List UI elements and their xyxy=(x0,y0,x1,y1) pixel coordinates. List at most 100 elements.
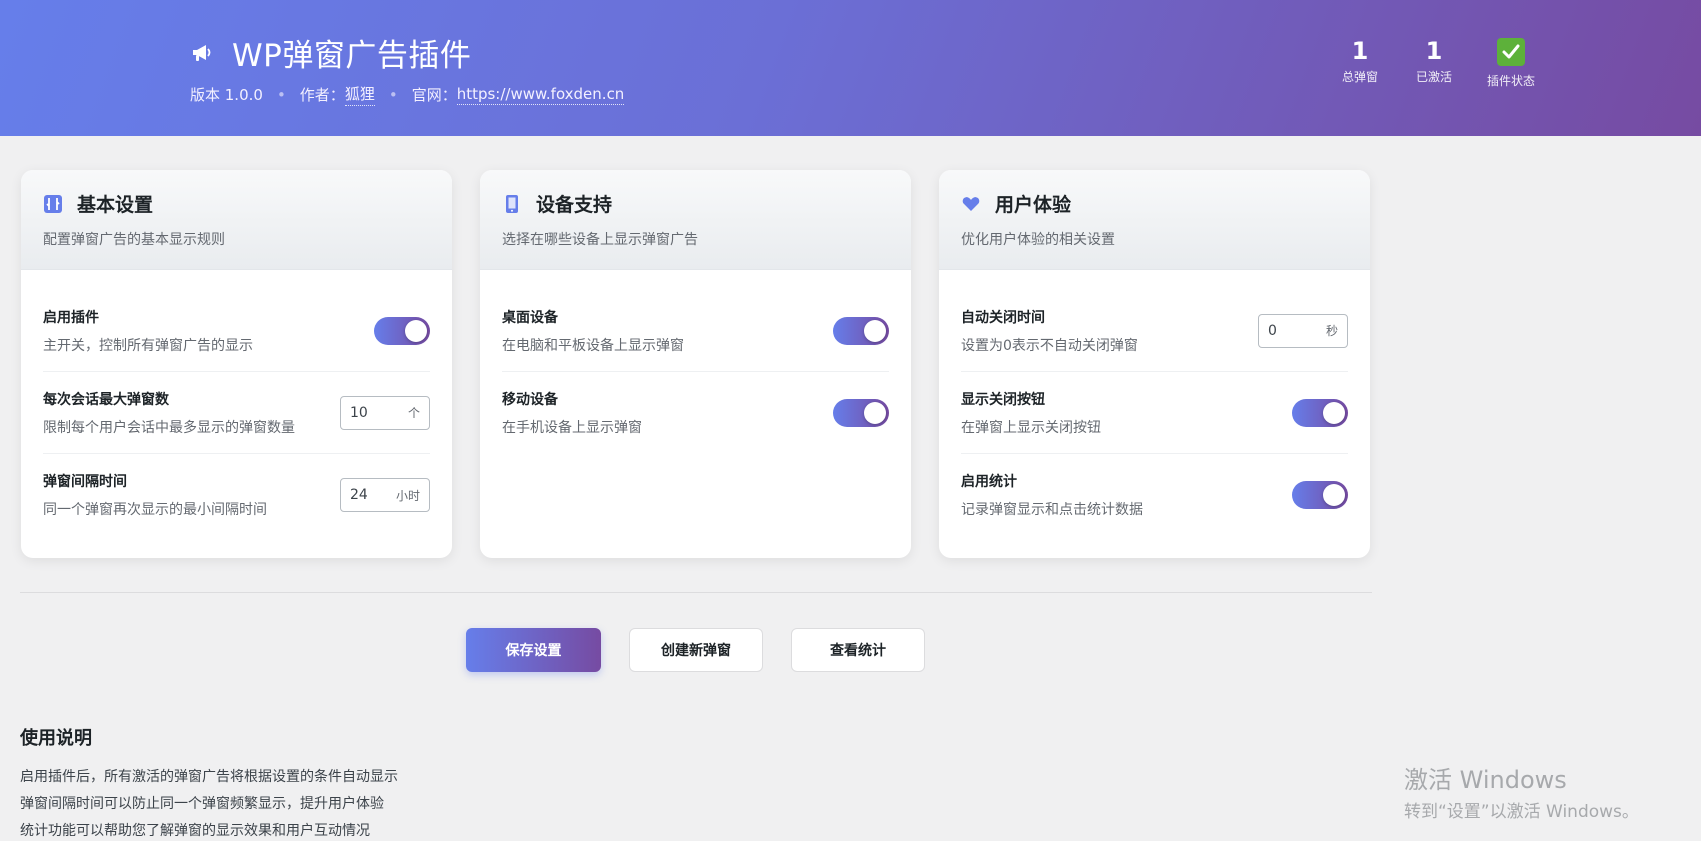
toggle-knob xyxy=(1323,484,1345,506)
desktop-devices-toggle[interactable] xyxy=(833,316,889,345)
input-unit: 个 xyxy=(407,406,420,420)
author-link[interactable]: 狐狸 xyxy=(344,83,375,106)
help-list: 启用插件后，所有激活的弹窗广告将根据设置的条件自动显示 弹窗间隔时间可以防止同一… xyxy=(20,764,398,841)
device-support-card: 设备支持 选择在哪些设备上显示弹窗广告 桌面设备 在电脑和平板设备上显示弹窗 移… xyxy=(480,170,911,558)
list-item: 统计功能可以帮助您了解弹窗的显示效果和用户互动情况 xyxy=(20,823,370,839)
version-text: 版本 1.0.0 xyxy=(190,86,263,104)
stat-value: 1 xyxy=(1351,37,1369,65)
list-item: 弹窗间隔时间可以防止同一个弹窗频繁显示，提升用户体验 xyxy=(20,796,384,812)
card-title-row: 基本设置 xyxy=(43,190,430,217)
user-experience-card: 用户体验 优化用户体验的相关设置 自动关闭时间 设置为0表示不自动关闭弹窗 0 … xyxy=(939,170,1370,558)
meta-separator: • xyxy=(388,85,398,104)
setting-description: 同一个弹窗再次显示的最小间隔时间 xyxy=(43,502,267,518)
create-popup-button[interactable]: 创建新弹窗 xyxy=(629,628,763,672)
setting-text: 启用统计 记录弹窗显示和点击统计数据 xyxy=(961,471,1143,519)
enable-plugin-toggle[interactable] xyxy=(374,316,430,345)
setting-label: 显示关闭按钮 xyxy=(961,391,1045,408)
page-title: WP弹窗广告插件 xyxy=(232,38,472,74)
site-link[interactable]: https://www.foxden.cn xyxy=(456,85,625,105)
card-body: 自动关闭时间 设置为0表示不自动关闭弹窗 0 秒 显示关闭按钮 在弹窗上显示关闭… xyxy=(939,270,1370,536)
stat-label: 已激活 xyxy=(1415,70,1452,84)
card-header: 用户体验 优化用户体验的相关设置 xyxy=(939,170,1370,270)
setting-text: 弹窗间隔时间 同一个弹窗再次显示的最小间隔时间 xyxy=(43,471,267,519)
watermark-title: 激活 Windows xyxy=(1404,766,1567,794)
megaphone-icon xyxy=(190,40,216,66)
setting-label: 弹窗间隔时间 xyxy=(43,474,127,490)
sliders-icon xyxy=(43,194,63,214)
section-divider xyxy=(20,592,1372,593)
setting-text: 移动设备 在手机设备上显示弹窗 xyxy=(502,389,642,437)
usage-instructions: 使用说明 启用插件后，所有激活的弹窗广告将根据设置的条件自动显示 弹窗间隔时间可… xyxy=(20,724,398,841)
setting-row-mobile: 移动设备 在手机设备上显示弹窗 xyxy=(502,372,889,454)
setting-text: 每次会话最大弹窗数 限制每个用户会话中最多显示的弹窗数量 xyxy=(43,389,295,437)
setting-row-close-button: 显示关闭按钮 在弹窗上显示关闭按钮 xyxy=(961,372,1348,454)
setting-row-statistics: 启用统计 记录弹窗显示和点击统计数据 xyxy=(961,454,1348,536)
setting-text: 自动关闭时间 设置为0表示不自动关闭弹窗 xyxy=(961,307,1138,355)
card-title-row: 设备支持 xyxy=(502,190,889,217)
plugin-meta: 版本 1.0.0 • 作者： 狐狸 • 官网： https://www.foxd… xyxy=(190,83,625,106)
view-stats-button[interactable]: 查看统计 xyxy=(791,628,925,672)
setting-description: 主开关，控制所有弹窗广告的显示 xyxy=(43,337,253,354)
input-unit: 小时 xyxy=(395,488,420,503)
setting-row-max-popups: 每次会话最大弹窗数 限制每个用户会话中最多显示的弹窗数量 10 个 xyxy=(43,372,430,454)
card-title: 基本设置 xyxy=(77,194,154,216)
setting-text: 桌面设备 在电脑和平板设备上显示弹窗 xyxy=(502,307,684,355)
header-stats: 1 总弹窗 1 已激活 插件状态 xyxy=(1330,36,1546,89)
card-title: 设备支持 xyxy=(536,194,613,216)
stat-value: 1 xyxy=(1425,37,1443,65)
heart-icon xyxy=(961,194,981,214)
auto-close-input[interactable]: 0 秒 xyxy=(1258,313,1348,348)
setting-label: 移动设备 xyxy=(502,392,558,408)
setting-description: 在电脑和平板设备上显示弹窗 xyxy=(502,337,684,354)
meta-separator: • xyxy=(276,85,286,104)
input-unit: 秒 xyxy=(1325,324,1338,338)
toggle-knob xyxy=(864,319,886,342)
input-value: 24 xyxy=(350,487,368,503)
stat-plugin-status: 插件状态 xyxy=(1476,36,1546,89)
card-header: 基本设置 配置弹窗广告的基本显示规则 xyxy=(21,170,452,270)
stat-total-popups: 1 总弹窗 xyxy=(1330,36,1390,89)
plugin-header: WP弹窗广告插件 版本 1.0.0 • 作者： 狐狸 • 官网： https:/… xyxy=(0,0,1701,136)
setting-description: 设置为0表示不自动关闭弹窗 xyxy=(961,337,1138,354)
input-value: 0 xyxy=(1268,322,1277,339)
windows-activation-watermark: 激活 Windows 转到“设置”以激活 Windows。 xyxy=(1404,760,1639,822)
stat-active-popups: 1 已激活 xyxy=(1404,36,1464,89)
card-subtitle: 配置弹窗广告的基本显示规则 xyxy=(43,232,225,248)
setting-row-enable-plugin: 启用插件 主开关，控制所有弹窗广告的显示 xyxy=(43,290,430,372)
setting-text: 显示关闭按钮 在弹窗上显示关闭按钮 xyxy=(961,389,1101,437)
max-popups-input[interactable]: 10 个 xyxy=(340,395,430,430)
setting-row-popup-interval: 弹窗间隔时间 同一个弹窗再次显示的最小间隔时间 24 小时 xyxy=(43,454,430,536)
card-subtitle: 选择在哪些设备上显示弹窗广告 xyxy=(502,232,698,248)
toggle-knob xyxy=(1323,401,1345,424)
mobile-phone-icon xyxy=(502,194,522,214)
setting-description: 在弹窗上显示关闭按钮 xyxy=(961,419,1101,436)
card-subtitle: 优化用户体验的相关设置 xyxy=(961,232,1115,248)
header-title-row: WP弹窗广告插件 xyxy=(190,30,471,75)
card-title: 用户体验 xyxy=(995,194,1072,216)
stat-label: 总弹窗 xyxy=(1341,70,1378,84)
card-header: 设备支持 选择在哪些设备上显示弹窗广告 xyxy=(480,170,911,270)
site-label: 官网： xyxy=(411,86,457,104)
card-body: 桌面设备 在电脑和平板设备上显示弹窗 移动设备 在手机设备上显示弹窗 xyxy=(480,270,911,454)
stat-label: 插件状态 xyxy=(1486,74,1535,88)
setting-label: 每次会话最大弹窗数 xyxy=(43,391,169,408)
enable-statistics-toggle[interactable] xyxy=(1292,481,1348,509)
basic-settings-card: 基本设置 配置弹窗广告的基本显示规则 启用插件 主开关，控制所有弹窗广告的显示 … xyxy=(21,170,452,558)
input-value: 10 xyxy=(350,404,368,421)
setting-description: 限制每个用户会话中最多显示的弹窗数量 xyxy=(43,419,295,436)
card-body: 启用插件 主开关，控制所有弹窗广告的显示 每次会话最大弹窗数 限制每个用户会话中… xyxy=(21,270,452,536)
setting-label: 自动关闭时间 xyxy=(961,309,1045,326)
show-close-button-toggle[interactable] xyxy=(1292,398,1348,427)
popup-interval-input[interactable]: 24 小时 xyxy=(340,478,430,512)
toggle-knob xyxy=(405,319,427,342)
setting-description: 记录弹窗显示和点击统计数据 xyxy=(961,502,1143,518)
setting-text: 启用插件 主开关，控制所有弹窗广告的显示 xyxy=(43,307,253,355)
setting-label: 启用插件 xyxy=(43,309,99,326)
setting-row-desktop: 桌面设备 在电脑和平板设备上显示弹窗 xyxy=(502,290,889,372)
save-settings-button[interactable]: 保存设置 xyxy=(466,628,601,672)
setting-description: 在手机设备上显示弹窗 xyxy=(502,420,642,436)
mobile-devices-toggle[interactable] xyxy=(833,399,889,427)
setting-label: 桌面设备 xyxy=(502,309,558,326)
check-mark-icon xyxy=(1497,38,1525,66)
card-title-row: 用户体验 xyxy=(961,190,1348,217)
